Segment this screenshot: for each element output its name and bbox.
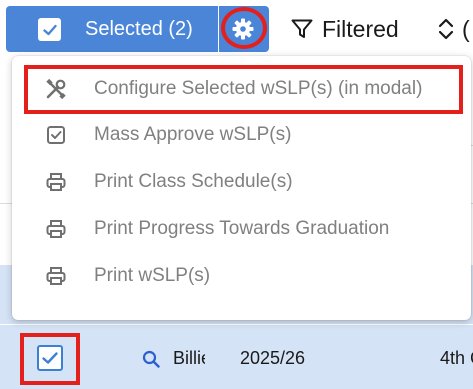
filter-icon[interactable] [290, 17, 314, 41]
selected-button[interactable]: Selected (2) [6, 6, 218, 52]
menu-item-label: Print Class Schedule(s) [94, 171, 293, 192]
menu-item-print-progress[interactable]: Print Progress Towards Graduation [12, 207, 471, 251]
printer-icon [46, 220, 66, 238]
toolbar: Selected (2) Filtered ( [0, 0, 473, 56]
row-checkbox-highlight-annotation [20, 333, 80, 385]
checkbox-icon [47, 126, 65, 144]
menu-item-label: Print Progress Towards Graduation [94, 218, 390, 239]
printer-icon [46, 267, 66, 285]
printer-icon [46, 173, 66, 191]
menu-item-mass-approve[interactable]: Mass Approve wSLP(s) [12, 113, 471, 157]
menu-item-label: Print wSLP(s) [94, 265, 211, 286]
school-year: 2025/26 [240, 348, 306, 368]
configure-highlight-annotation [24, 65, 463, 114]
selected-count-label: Selected (2) [85, 18, 193, 40]
menu-item-print-wslp[interactable]: Print wSLP(s) [12, 254, 471, 298]
checkmark-icon [42, 352, 58, 364]
bulk-actions-menu: Configure Selected wSLP(s) (in modal) Ma… [12, 56, 471, 320]
filtered-label[interactable]: Filtered [322, 15, 399, 43]
select-all-checkbox[interactable] [38, 18, 61, 41]
search-icon[interactable] [142, 350, 160, 368]
menu-item-label: Mass Approve wSLP(s) [94, 124, 292, 145]
gear-icon[interactable] [231, 17, 255, 41]
sort-icon[interactable] [436, 16, 456, 42]
truncated-toolbar-text: ( [462, 16, 470, 42]
grade-level: 4th C [440, 348, 473, 368]
row-checkbox[interactable] [37, 345, 63, 371]
row-divider [0, 324, 473, 325]
menu-item-print-class-schedule[interactable]: Print Class Schedule(s) [12, 160, 471, 204]
student-name[interactable]: Billie [173, 348, 205, 369]
checkmark-icon [42, 24, 57, 35]
